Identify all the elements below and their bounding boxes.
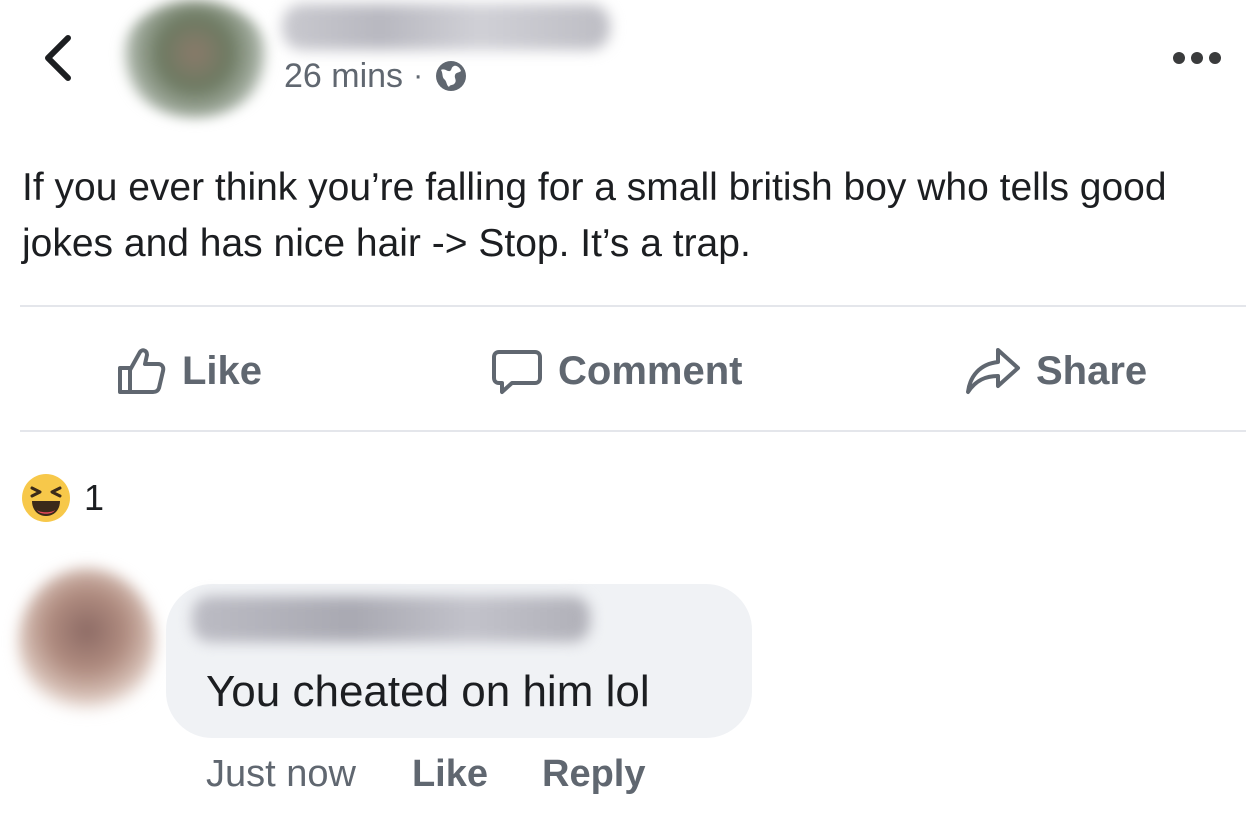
haha-emoji-icon — [22, 474, 70, 522]
post-action-bar: Like Comment Share — [0, 318, 1250, 422]
comment-meta: Just now Like Reply — [206, 748, 700, 800]
comment-text: You cheated on him lol — [206, 667, 650, 716]
more-options-icon — [1209, 52, 1221, 64]
post-timestamp[interactable]: 26 mins — [284, 57, 403, 96]
author-name-redacted[interactable] — [282, 4, 610, 50]
comment-like-button[interactable]: Like — [412, 753, 488, 796]
comment-timestamp: Just now — [206, 752, 356, 795]
share-label: Share — [1036, 348, 1148, 393]
comment-button[interactable]: Comment — [490, 344, 742, 398]
reaction-count: 1 — [84, 477, 105, 518]
comment-reply-button[interactable]: Reply — [542, 753, 645, 796]
share-arrow-icon — [966, 348, 1020, 394]
meta-separator: · — [413, 59, 424, 92]
more-options-icon — [1191, 52, 1203, 64]
thumbs-up-icon — [118, 348, 166, 394]
like-button[interactable]: Like — [114, 344, 262, 398]
divider-bottom — [20, 430, 1246, 432]
post-meta: 26 mins · — [284, 56, 469, 96]
post-text: If you ever think you’re falling for a s… — [22, 166, 1167, 265]
comment-label: Comment — [558, 348, 743, 393]
comment-bubble-icon — [492, 350, 542, 394]
divider-top — [20, 305, 1246, 307]
like-label: Like — [182, 348, 263, 393]
commenter-avatar[interactable] — [18, 568, 156, 718]
commenter-name-redacted[interactable] — [192, 596, 590, 642]
share-button[interactable]: Share — [964, 344, 1147, 398]
back-button[interactable] — [38, 30, 78, 86]
more-options-icon — [1173, 52, 1185, 64]
more-options-button[interactable] — [1173, 46, 1233, 70]
globe-icon — [436, 61, 467, 91]
chevron-left-icon — [45, 35, 71, 81]
author-avatar[interactable] — [120, 0, 270, 118]
reaction-summary[interactable]: 1 — [20, 470, 104, 526]
